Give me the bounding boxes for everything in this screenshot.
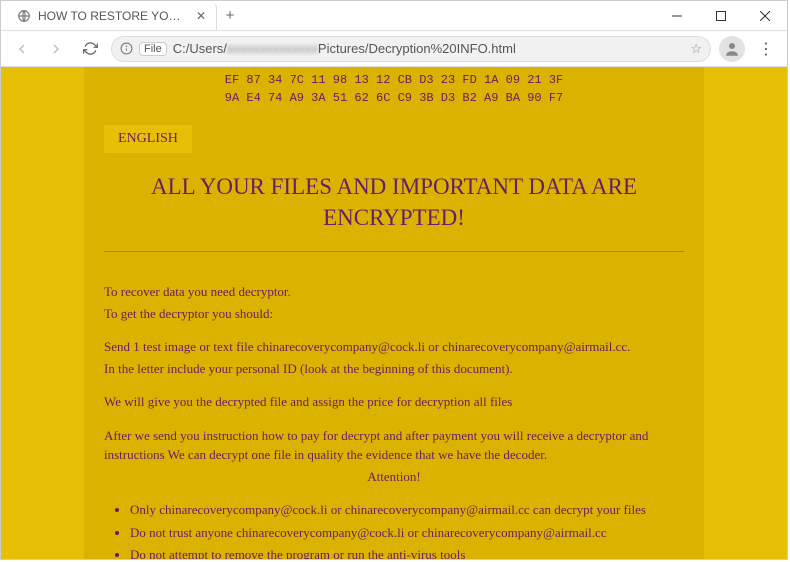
text-after: After we send you instruction how to pay… bbox=[104, 426, 684, 465]
back-button[interactable] bbox=[9, 36, 35, 62]
tab-title: HOW TO RESTORE YOUR FILES bbox=[38, 9, 189, 23]
text-send: Send 1 test image or text file chinareco… bbox=[104, 337, 684, 357]
globe-icon bbox=[17, 9, 31, 23]
list-item: Only chinarecoverycompany@cock.li or chi… bbox=[130, 500, 684, 520]
hex-id-block: EF 87 34 7C 11 98 13 12 CB D3 23 FD 1A 0… bbox=[104, 67, 684, 107]
ransom-page: EF 87 34 7C 11 98 13 12 CB D3 23 FD 1A 0… bbox=[84, 67, 704, 559]
forward-button[interactable] bbox=[43, 36, 69, 62]
profile-avatar[interactable] bbox=[719, 36, 745, 62]
close-button[interactable] bbox=[743, 1, 787, 31]
url-text: C:/Users/xxxxxxxxxxxxxxPictures/Decrypti… bbox=[173, 41, 685, 56]
titlebar: HOW TO RESTORE YOUR FILES ✕ + bbox=[1, 1, 787, 31]
minimize-button[interactable] bbox=[655, 1, 699, 31]
headline: ALL YOUR FILES AND IMPORTANT DATA ARE EN… bbox=[104, 171, 684, 233]
browser-tab[interactable]: HOW TO RESTORE YOUR FILES ✕ bbox=[7, 2, 217, 30]
bookmark-star-icon[interactable]: ☆ bbox=[690, 41, 702, 57]
browser-window: HOW TO RESTORE YOUR FILES ✕ + File C:/Us… bbox=[0, 0, 788, 560]
divider bbox=[104, 251, 684, 252]
reload-button[interactable] bbox=[77, 36, 103, 62]
warning-list: Only chinarecoverycompany@cock.li or chi… bbox=[104, 500, 684, 559]
maximize-button[interactable] bbox=[699, 1, 743, 31]
info-icon bbox=[120, 42, 133, 55]
text-toget: To get the decryptor you should: bbox=[104, 304, 684, 324]
text-give: We will give you the decrypted file and … bbox=[104, 392, 684, 412]
text-recover: To recover data you need decryptor. bbox=[104, 282, 684, 302]
window-controls bbox=[655, 1, 787, 31]
url-input[interactable]: File C:/Users/xxxxxxxxxxxxxxPictures/Dec… bbox=[111, 36, 711, 62]
attention-heading: Attention! bbox=[104, 467, 684, 487]
address-bar: File C:/Users/xxxxxxxxxxxxxxPictures/Dec… bbox=[1, 31, 787, 67]
menu-button[interactable]: ⋮ bbox=[753, 36, 779, 62]
language-badge[interactable]: ENGLISH bbox=[104, 125, 192, 153]
new-tab-button[interactable]: + bbox=[217, 7, 243, 24]
tab-close-icon[interactable]: ✕ bbox=[196, 9, 206, 23]
protocol-chip: File bbox=[139, 42, 167, 56]
list-item: Do not attempt to remove the program or … bbox=[130, 545, 684, 559]
text-letter: In the letter include your personal ID (… bbox=[104, 359, 684, 379]
page-viewport: pcrisk.com EF 87 34 7C 11 98 13 12 CB D3… bbox=[1, 67, 787, 559]
ransom-body: To recover data you need decryptor. To g… bbox=[104, 282, 684, 559]
list-item: Do not trust anyone chinarecoverycompany… bbox=[130, 523, 684, 543]
